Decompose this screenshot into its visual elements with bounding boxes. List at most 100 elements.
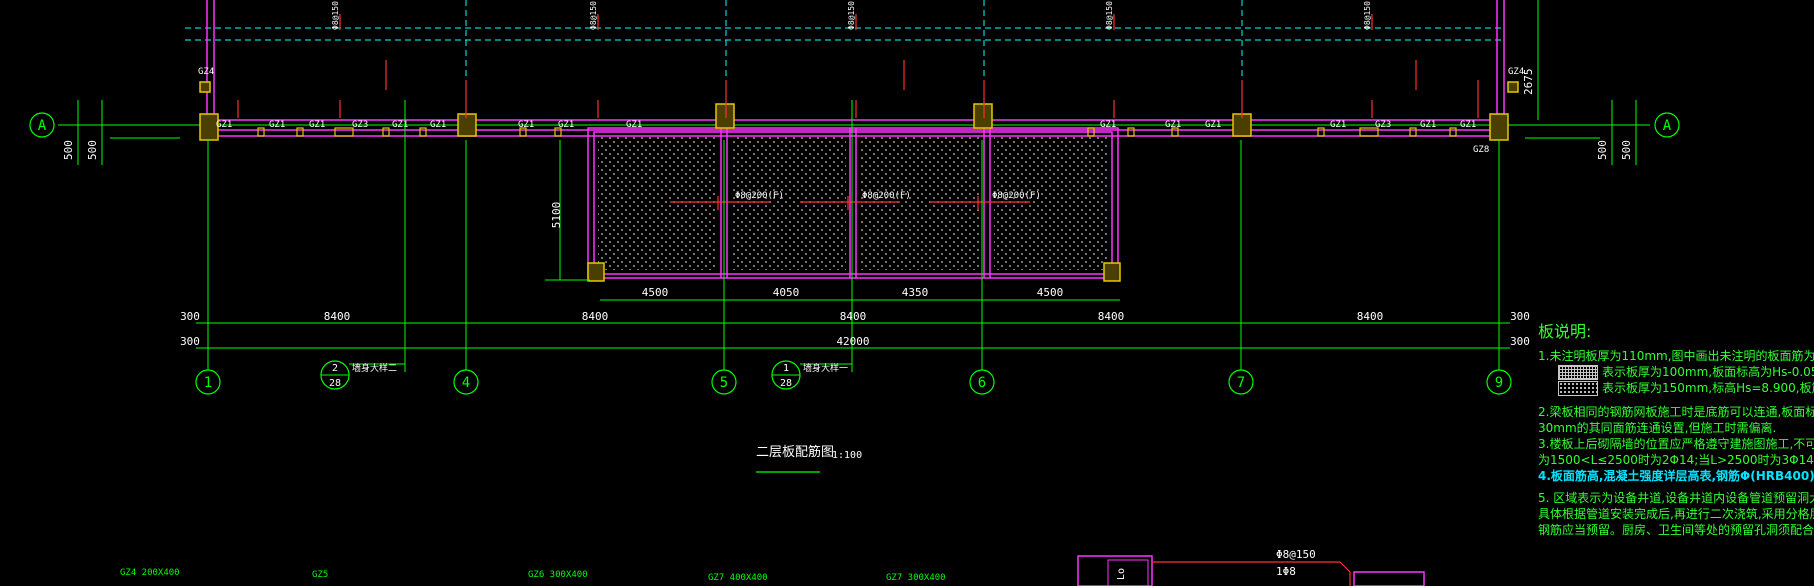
- legend-grid-swatch: [1558, 365, 1598, 380]
- rebar-label: Φ8@150: [1363, 1, 1372, 30]
- column: [1103, 262, 1121, 282]
- bay-dim-4: 8400: [1098, 310, 1125, 323]
- legend-dot-swatch: [1558, 381, 1598, 396]
- top-rebar-marks: [237, 14, 1479, 118]
- bottom-bay-dim-1: 4500: [642, 286, 669, 299]
- column-tag: GZ4: [198, 67, 214, 77]
- side-dim-left-2: 500: [86, 140, 99, 160]
- side-dimensions: 500 500 500 500 2675: [62, 69, 1633, 161]
- column-tag: GZ1: [269, 120, 285, 130]
- column-tag: GZ1: [1420, 120, 1436, 130]
- section-tag: GZ6 300X400: [528, 570, 588, 580]
- note-line-4: 2.梁板相同的钢筋网板施工时是底筋可以连通,板面标高相差不超过: [1538, 405, 1814, 419]
- axis-a-label-right: A: [1663, 118, 1672, 134]
- rebar-label: Φ8@150: [589, 1, 598, 30]
- column: [457, 113, 477, 137]
- note-line-5: 30mm的其同面筋连通设置,但施工时需偏离.: [1538, 421, 1777, 435]
- detail-ref-sheet: 28: [780, 378, 792, 389]
- slab-rebar-labels: Φ8@200(F) Φ8@200(F) Φ8@200(F): [735, 191, 1041, 201]
- detail-ref-sheet: 28: [329, 378, 341, 389]
- stair-rebar-sub: 1Φ8: [1276, 565, 1296, 578]
- drawing-scale: 1:100: [832, 450, 862, 461]
- detail-ref-num: 1: [783, 363, 789, 374]
- drawing-title: 二层板配筋图: [756, 444, 834, 460]
- section-tags: GZ4 200X400 GZ5 GZ6 300X400 GZ7 400X400 …: [120, 568, 946, 583]
- side-dim-right-1: 500: [1596, 140, 1609, 160]
- edge-dim-right-2: 300: [1510, 335, 1530, 348]
- slab-label-2: Φ8@200(F): [862, 191, 911, 201]
- column: [1507, 81, 1519, 93]
- columns: [199, 81, 1519, 282]
- axis-9-label: 9: [1495, 375, 1503, 391]
- column: [1489, 113, 1509, 141]
- lo-label: Lo: [1116, 568, 1127, 580]
- bay-dim-2: 8400: [582, 310, 609, 323]
- bottom-bay-dim-4: 4500: [1037, 286, 1064, 299]
- column-tag: GZ1: [1205, 120, 1221, 130]
- note-line-11: 钢筋应当预留。厨房、卫生间等处的预留孔洞须配合建筑、给排水: [1538, 523, 1814, 537]
- top-rebar-labels: Φ8@150 Φ8@150 Φ8@150 Φ8@150 Φ8@150: [331, 1, 1372, 30]
- axis-1-label: 1: [204, 375, 212, 391]
- detail-ref-text: 墙身大样二: [352, 362, 397, 374]
- column-tag: GZ1: [518, 120, 534, 130]
- axis-6-label: 6: [978, 375, 986, 391]
- rebar-label: Φ8@150: [847, 1, 856, 30]
- axis-4-label: 4: [462, 375, 470, 391]
- column-tag: GZ1: [1165, 120, 1181, 130]
- stair-rebar-label: Φ8@150: [1276, 548, 1316, 561]
- axis-5-label: 5: [720, 375, 728, 391]
- bottom-bay-dim-3: 4350: [902, 286, 929, 299]
- column-tag: GZ1: [626, 120, 642, 130]
- bay-dim-5: 8400: [1357, 310, 1384, 323]
- bay-dim-1: 8400: [324, 310, 351, 323]
- note-line-10: 具体根据管道安装完成后,再进行二次浇筑,采用分格层层相邻板的: [1538, 507, 1814, 521]
- dashed-beam-lines: [185, 0, 1502, 124]
- note-line-6: 3.楼板上后砌隔墙的位置应严格遵守建施图施工,不可随意砌筑。凡跨: [1538, 437, 1814, 451]
- column-tag: GZ1: [392, 120, 408, 130]
- column-tag: GZ1: [1460, 120, 1476, 130]
- column-tag: GZ1: [309, 120, 325, 130]
- column-gridlines: [207, 100, 1500, 372]
- note-line-9: 5. 区域表示为设备井道,设备井道内设备管道预留洞大小,尺: [1538, 491, 1814, 505]
- column-tag: GZ8: [1473, 145, 1489, 155]
- column: [199, 81, 211, 93]
- column-tag: GZ1: [430, 120, 446, 130]
- rebar-label: Φ8@150: [1105, 1, 1114, 30]
- column-tag: GZ3: [352, 120, 368, 130]
- slab-label-3: Φ8@200(F): [992, 191, 1041, 201]
- stair-detail: Φ8@150 1Φ8 Lo: [1077, 548, 1425, 586]
- detail-ref-1: 2 28 墙身大样二: [320, 360, 405, 390]
- notes-heading: 板说明:: [1538, 322, 1592, 341]
- column: [973, 103, 993, 129]
- note-line-8: 4.板面筋高,混凝土强度详层高表,钢筋Φ(HRB400)级。: [1538, 469, 1814, 483]
- slab-hatch: [598, 136, 1108, 270]
- column-tag: GZ3: [1375, 120, 1391, 130]
- side-dim-right-2: 500: [1620, 140, 1633, 160]
- column-bubble-labels: 1 4 5 6 7 9: [204, 375, 1503, 391]
- edge-dim-left-2: 300: [180, 335, 200, 348]
- column: [715, 103, 735, 129]
- edge-dim-right-1: 300: [1510, 310, 1530, 323]
- axis-a-bubble-right: A: [1654, 112, 1680, 138]
- section-tag: GZ5: [312, 570, 328, 580]
- edge-dim-left-1: 300: [180, 310, 200, 323]
- note-line-2: 表示板厚为100mm,板面标高为Hs-0.050,板筋: [1538, 364, 1814, 380]
- column: [587, 262, 605, 282]
- notes-panel: 板说明: 1.未注明板厚为110mm,图中画出未注明的板面筋为Φ8@200,除 …: [1538, 318, 1814, 586]
- axis-a-bubble-left: A: [29, 112, 55, 138]
- detail-ref-num: 2: [332, 363, 338, 374]
- bay-dim-3: 8400: [840, 310, 867, 323]
- note-line-1: 1.未注明板厚为110mm,图中画出未注明的板面筋为Φ8@200,除: [1538, 349, 1814, 363]
- section-tag: GZ7 400X400: [708, 573, 768, 583]
- detail-ref-2: 1 28 墙身大样一: [771, 360, 852, 390]
- column-tag: GZ1: [1330, 120, 1346, 130]
- depth-dim: 5100: [550, 202, 563, 229]
- bottom-bay-dim-2: 4050: [773, 286, 800, 299]
- detail-ref-text: 墙身大样一: [803, 362, 848, 374]
- column-tag: GZ1: [558, 120, 574, 130]
- rebar-label: Φ8@150: [331, 1, 340, 30]
- note-line-2-text: 表示板厚为100mm,板面标高为Hs-0.050,板筋: [1602, 365, 1814, 379]
- dimension-text: 4500 4050 4350 4500 8400 8400 8400 8400 …: [180, 286, 1530, 348]
- section-tag: GZ7 300X400: [886, 573, 946, 583]
- note-line-7: 为1500<L≤2500时为2Φ14;当L>2500时为3Φ14,两端: [1538, 453, 1814, 467]
